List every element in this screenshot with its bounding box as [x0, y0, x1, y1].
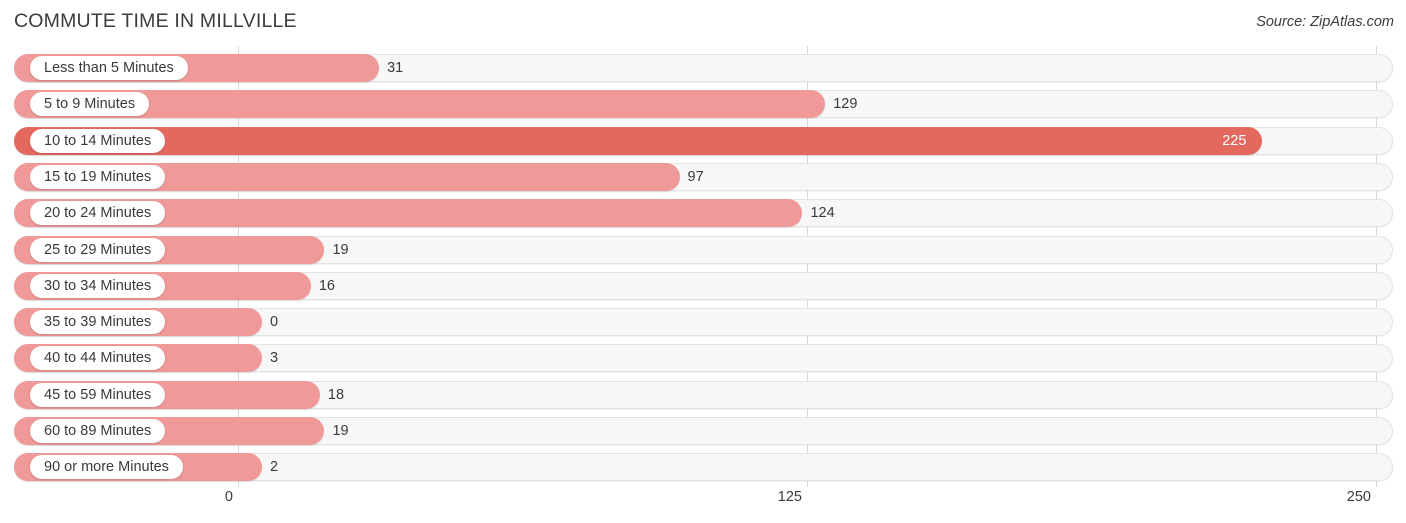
bar-category-label: 20 to 24 Minutes	[30, 201, 166, 226]
bar-category-label: Less than 5 Minutes	[30, 56, 188, 80]
bar-value-label: 3	[270, 350, 279, 367]
bar-row[interactable]: 60 to 89 Minutes 19	[14, 417, 1393, 445]
bar-value-label: 16	[318, 277, 335, 294]
bar-value-label: 97	[687, 168, 704, 185]
bar-row[interactable]: 40 to 44 Minutes 3	[14, 344, 1393, 373]
bar-value-label: 18	[327, 386, 345, 403]
bar-category-label: 5 to 9 Minutes	[30, 92, 150, 117]
bar-value-label: 31	[387, 60, 404, 76]
x-axis: 0 125 250	[0, 487, 1406, 523]
bar-value-label: 225	[1222, 132, 1247, 149]
axis-tick-label: 0	[224, 489, 233, 505]
bar-category-label: 15 to 19 Minutes	[30, 164, 166, 189]
axis-tick-label: 125	[777, 489, 802, 505]
bar-category-label: 30 to 34 Minutes	[30, 273, 166, 298]
bar-category-label: 40 to 44 Minutes	[30, 346, 166, 371]
bar-category-label: 10 to 14 Minutes	[30, 128, 166, 153]
bar-fill[interactable]	[14, 126, 1263, 155]
bar-row[interactable]: 5 to 9 Minutes 129	[14, 90, 1393, 119]
bar-category-label: 45 to 59 Minutes	[30, 382, 166, 407]
bar-row[interactable]: 45 to 59 Minutes 18	[14, 380, 1393, 409]
source-attribution: Source: ZipAtlas.com	[1256, 14, 1394, 30]
bar-value-label: 19	[332, 423, 349, 439]
bar-value-label: 19	[332, 241, 349, 258]
bar-category-label: 90 or more Minutes	[30, 455, 183, 480]
bar-row[interactable]: 90 or more Minutes 2	[14, 453, 1393, 482]
bar-row[interactable]: 15 to 19 Minutes 97	[14, 162, 1393, 191]
bar-row[interactable]: Less than 5 Minutes 31	[14, 54, 1393, 82]
plot-area: Less than 5 Minutes 31 5 to 9 Minutes 129 10…	[0, 46, 1406, 487]
bar-category-label: 35 to 39 Minutes	[30, 310, 166, 335]
bar-value-label: 2	[270, 459, 279, 476]
bar-category-label: 60 to 89 Minutes	[30, 419, 166, 443]
bar-value-label: 0	[270, 314, 279, 331]
bar-value-label: 124	[810, 205, 835, 222]
bar-row[interactable]: 25 to 29 Minutes 19	[14, 235, 1393, 264]
bar-value-label: 129	[833, 96, 858, 113]
axis-tick-label: 250	[1346, 489, 1371, 505]
chart-header: COMMUTE TIME IN MILLVILLE Source: ZipAtl…	[0, 0, 1406, 46]
bar-category-label: 25 to 29 Minutes	[30, 237, 166, 262]
bar-rows: Less than 5 Minutes 31 5 to 9 Minutes 129 10…	[0, 46, 1406, 487]
bar-row[interactable]: 20 to 24 Minutes 124	[14, 199, 1393, 228]
bar-row[interactable]: 35 to 39 Minutes 0	[14, 308, 1393, 337]
page-title: COMMUTE TIME IN MILLVILLE	[14, 10, 297, 32]
bar-row[interactable]: 30 to 34 Minutes 16	[14, 271, 1393, 300]
bar-row[interactable]: 10 to 14 Minutes 225	[14, 126, 1393, 155]
